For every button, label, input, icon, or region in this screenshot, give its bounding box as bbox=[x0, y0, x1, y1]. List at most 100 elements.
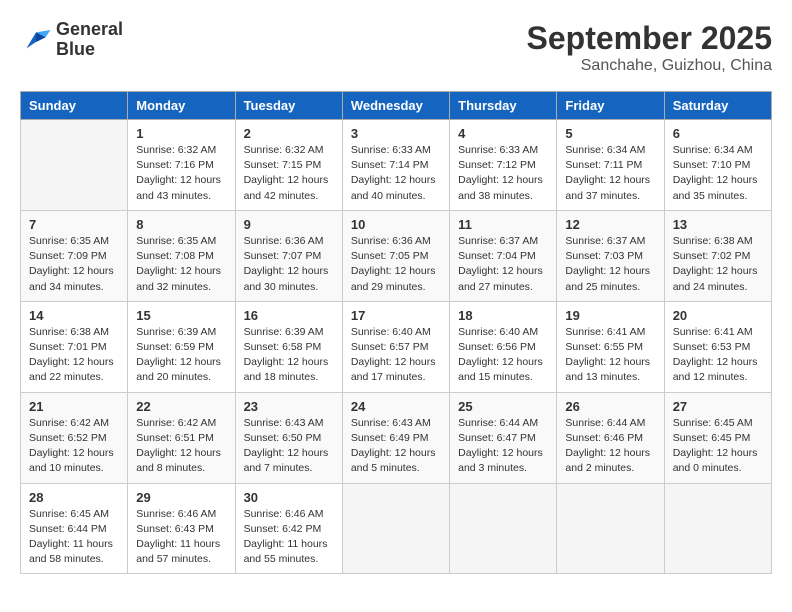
weekday-header: Monday bbox=[128, 92, 235, 120]
calendar-cell: 16 Sunrise: 6:39 AMSunset: 6:58 PMDayligh… bbox=[235, 301, 342, 392]
calendar-cell: 8 Sunrise: 6:35 AMSunset: 7:08 PMDaylight… bbox=[128, 210, 235, 301]
logo-icon bbox=[20, 26, 52, 54]
calendar-cell: 10Sunrise: 6:36 AMSunset: 7:05 PMDayligh… bbox=[342, 210, 449, 301]
weekday-header: Wednesday bbox=[342, 92, 449, 120]
title-block: September 2025 Sanchahe, Guizhou, China bbox=[527, 20, 772, 75]
day-info: Sunrise: 6:34 AMSunset: 7:10 PMDaylight:… bbox=[673, 143, 763, 204]
calendar-cell: 14 Sunrise: 6:38 AMSunset: 7:01 PMDayligh… bbox=[21, 301, 128, 392]
day-number: 25 bbox=[458, 399, 548, 414]
day-number: 17 bbox=[351, 308, 441, 323]
calendar-table: SundayMondayTuesdayWednesdayThursdayFrid… bbox=[20, 91, 772, 574]
day-info: Sunrise: 6:34 AMSunset: 7:11 PMDaylight:… bbox=[565, 143, 655, 204]
day-info: Sunrise: 6:35 AMSunset: 7:08 PMDaylight:… bbox=[136, 234, 226, 295]
day-info: Sunrise: 6:38 AMSunset: 7:02 PMDaylight:… bbox=[673, 234, 763, 295]
calendar-week-row: 14 Sunrise: 6:38 AMSunset: 7:01 PMDayligh… bbox=[21, 301, 772, 392]
month-title: September 2025 bbox=[527, 20, 772, 57]
day-number: 16 bbox=[244, 308, 334, 323]
calendar-cell: 22 Sunrise: 6:42 AMSunset: 6:51 PMDayligh… bbox=[128, 392, 235, 483]
calendar-cell bbox=[557, 483, 664, 574]
day-info: Sunrise: 6:35 AMSunset: 7:09 PMDaylight:… bbox=[29, 234, 119, 295]
logo-text-blue: Blue bbox=[56, 40, 123, 60]
day-info: Sunrise: 6:39 AMSunset: 6:59 PMDaylight:… bbox=[136, 325, 226, 386]
day-info: Sunrise: 6:39 AMSunset: 6:58 PMDaylight:… bbox=[244, 325, 334, 386]
calendar-week-row: 7 Sunrise: 6:35 AMSunset: 7:09 PMDaylight… bbox=[21, 210, 772, 301]
day-number: 7 bbox=[29, 217, 119, 232]
day-number: 4 bbox=[458, 126, 548, 141]
calendar-cell: 5 Sunrise: 6:34 AMSunset: 7:11 PMDaylight… bbox=[557, 120, 664, 211]
calendar-cell: 9Sunrise: 6:36 AMSunset: 7:07 PMDaylight… bbox=[235, 210, 342, 301]
day-info: Sunrise: 6:40 AMSunset: 6:57 PMDaylight:… bbox=[351, 325, 441, 386]
day-info: Sunrise: 6:45 AMSunset: 6:44 PMDaylight:… bbox=[29, 507, 119, 568]
day-number: 14 bbox=[29, 308, 119, 323]
calendar-cell: 24 Sunrise: 6:43 AMSunset: 6:49 PMDayligh… bbox=[342, 392, 449, 483]
day-info: Sunrise: 6:42 AMSunset: 6:52 PMDaylight:… bbox=[29, 416, 119, 477]
day-number: 13 bbox=[673, 217, 763, 232]
calendar-cell: 15 Sunrise: 6:39 AMSunset: 6:59 PMDayligh… bbox=[128, 301, 235, 392]
day-info: Sunrise: 6:37 AMSunset: 7:03 PMDaylight:… bbox=[565, 234, 655, 295]
day-number: 2 bbox=[244, 126, 334, 141]
day-info: Sunrise: 6:37 AMSunset: 7:04 PMDaylight:… bbox=[458, 234, 548, 295]
day-number: 8 bbox=[136, 217, 226, 232]
calendar-cell: 7 Sunrise: 6:35 AMSunset: 7:09 PMDaylight… bbox=[21, 210, 128, 301]
day-info: Sunrise: 6:32 AMSunset: 7:16 PMDaylight:… bbox=[136, 143, 226, 204]
day-info: Sunrise: 6:46 AMSunset: 6:43 PMDaylight:… bbox=[136, 507, 226, 568]
day-info: Sunrise: 6:44 AMSunset: 6:46 PMDaylight:… bbox=[565, 416, 655, 477]
day-number: 27 bbox=[673, 399, 763, 414]
weekday-header: Sunday bbox=[21, 92, 128, 120]
day-info: Sunrise: 6:33 AMSunset: 7:12 PMDaylight:… bbox=[458, 143, 548, 204]
calendar-cell: 27 Sunrise: 6:45 AMSunset: 6:45 PMDayligh… bbox=[664, 392, 771, 483]
calendar-header-row: SundayMondayTuesdayWednesdayThursdayFrid… bbox=[21, 92, 772, 120]
day-info: Sunrise: 6:42 AMSunset: 6:51 PMDaylight:… bbox=[136, 416, 226, 477]
day-number: 6 bbox=[673, 126, 763, 141]
day-info: Sunrise: 6:45 AMSunset: 6:45 PMDaylight:… bbox=[673, 416, 763, 477]
day-number: 1 bbox=[136, 126, 226, 141]
day-info: Sunrise: 6:38 AMSunset: 7:01 PMDaylight:… bbox=[29, 325, 119, 386]
calendar-cell: 20 Sunrise: 6:41 AMSunset: 6:53 PMDayligh… bbox=[664, 301, 771, 392]
weekday-header: Friday bbox=[557, 92, 664, 120]
weekday-header: Thursday bbox=[450, 92, 557, 120]
calendar-cell: 21 Sunrise: 6:42 AMSunset: 6:52 PMDayligh… bbox=[21, 392, 128, 483]
day-info: Sunrise: 6:43 AMSunset: 6:50 PMDaylight:… bbox=[244, 416, 334, 477]
day-number: 3 bbox=[351, 126, 441, 141]
calendar-cell bbox=[21, 120, 128, 211]
logo: General Blue bbox=[20, 20, 123, 60]
day-info: Sunrise: 6:41 AMSunset: 6:53 PMDaylight:… bbox=[673, 325, 763, 386]
day-number: 22 bbox=[136, 399, 226, 414]
calendar-cell: 17 Sunrise: 6:40 AMSunset: 6:57 PMDayligh… bbox=[342, 301, 449, 392]
day-number: 5 bbox=[565, 126, 655, 141]
day-number: 15 bbox=[136, 308, 226, 323]
weekday-header: Tuesday bbox=[235, 92, 342, 120]
page-header: General Blue September 2025 Sanchahe, Gu… bbox=[20, 20, 772, 75]
calendar-cell bbox=[450, 483, 557, 574]
day-number: 20 bbox=[673, 308, 763, 323]
day-number: 26 bbox=[565, 399, 655, 414]
logo-text-general: General bbox=[56, 20, 123, 40]
calendar-cell: 25Sunrise: 6:44 AMSunset: 6:47 PMDayligh… bbox=[450, 392, 557, 483]
day-number: 23 bbox=[244, 399, 334, 414]
day-info: Sunrise: 6:46 AMSunset: 6:42 PMDaylight:… bbox=[244, 507, 334, 568]
calendar-cell: 19Sunrise: 6:41 AMSunset: 6:55 PMDayligh… bbox=[557, 301, 664, 392]
calendar-cell: 6 Sunrise: 6:34 AMSunset: 7:10 PMDaylight… bbox=[664, 120, 771, 211]
calendar-week-row: 1 Sunrise: 6:32 AMSunset: 7:16 PMDaylight… bbox=[21, 120, 772, 211]
day-info: Sunrise: 6:33 AMSunset: 7:14 PMDaylight:… bbox=[351, 143, 441, 204]
day-info: Sunrise: 6:32 AMSunset: 7:15 PMDaylight:… bbox=[244, 143, 334, 204]
day-info: Sunrise: 6:43 AMSunset: 6:49 PMDaylight:… bbox=[351, 416, 441, 477]
calendar-cell: 3 Sunrise: 6:33 AMSunset: 7:14 PMDaylight… bbox=[342, 120, 449, 211]
calendar-cell: 28Sunrise: 6:45 AMSunset: 6:44 PMDayligh… bbox=[21, 483, 128, 574]
day-info: Sunrise: 6:36 AMSunset: 7:07 PMDaylight:… bbox=[244, 234, 334, 295]
day-number: 18 bbox=[458, 308, 548, 323]
calendar-cell bbox=[342, 483, 449, 574]
calendar-cell: 26 Sunrise: 6:44 AMSunset: 6:46 PMDayligh… bbox=[557, 392, 664, 483]
day-number: 24 bbox=[351, 399, 441, 414]
day-number: 30 bbox=[244, 490, 334, 505]
calendar-cell: 23 Sunrise: 6:43 AMSunset: 6:50 PMDayligh… bbox=[235, 392, 342, 483]
day-number: 21 bbox=[29, 399, 119, 414]
day-number: 19 bbox=[565, 308, 655, 323]
calendar-cell: 11 Sunrise: 6:37 AMSunset: 7:04 PMDayligh… bbox=[450, 210, 557, 301]
day-number: 10 bbox=[351, 217, 441, 232]
calendar-week-row: 21 Sunrise: 6:42 AMSunset: 6:52 PMDayligh… bbox=[21, 392, 772, 483]
calendar-cell: 18Sunrise: 6:40 AMSunset: 6:56 PMDayligh… bbox=[450, 301, 557, 392]
calendar-cell: 4 Sunrise: 6:33 AMSunset: 7:12 PMDaylight… bbox=[450, 120, 557, 211]
day-number: 11 bbox=[458, 217, 548, 232]
location-title: Sanchahe, Guizhou, China bbox=[527, 57, 772, 75]
